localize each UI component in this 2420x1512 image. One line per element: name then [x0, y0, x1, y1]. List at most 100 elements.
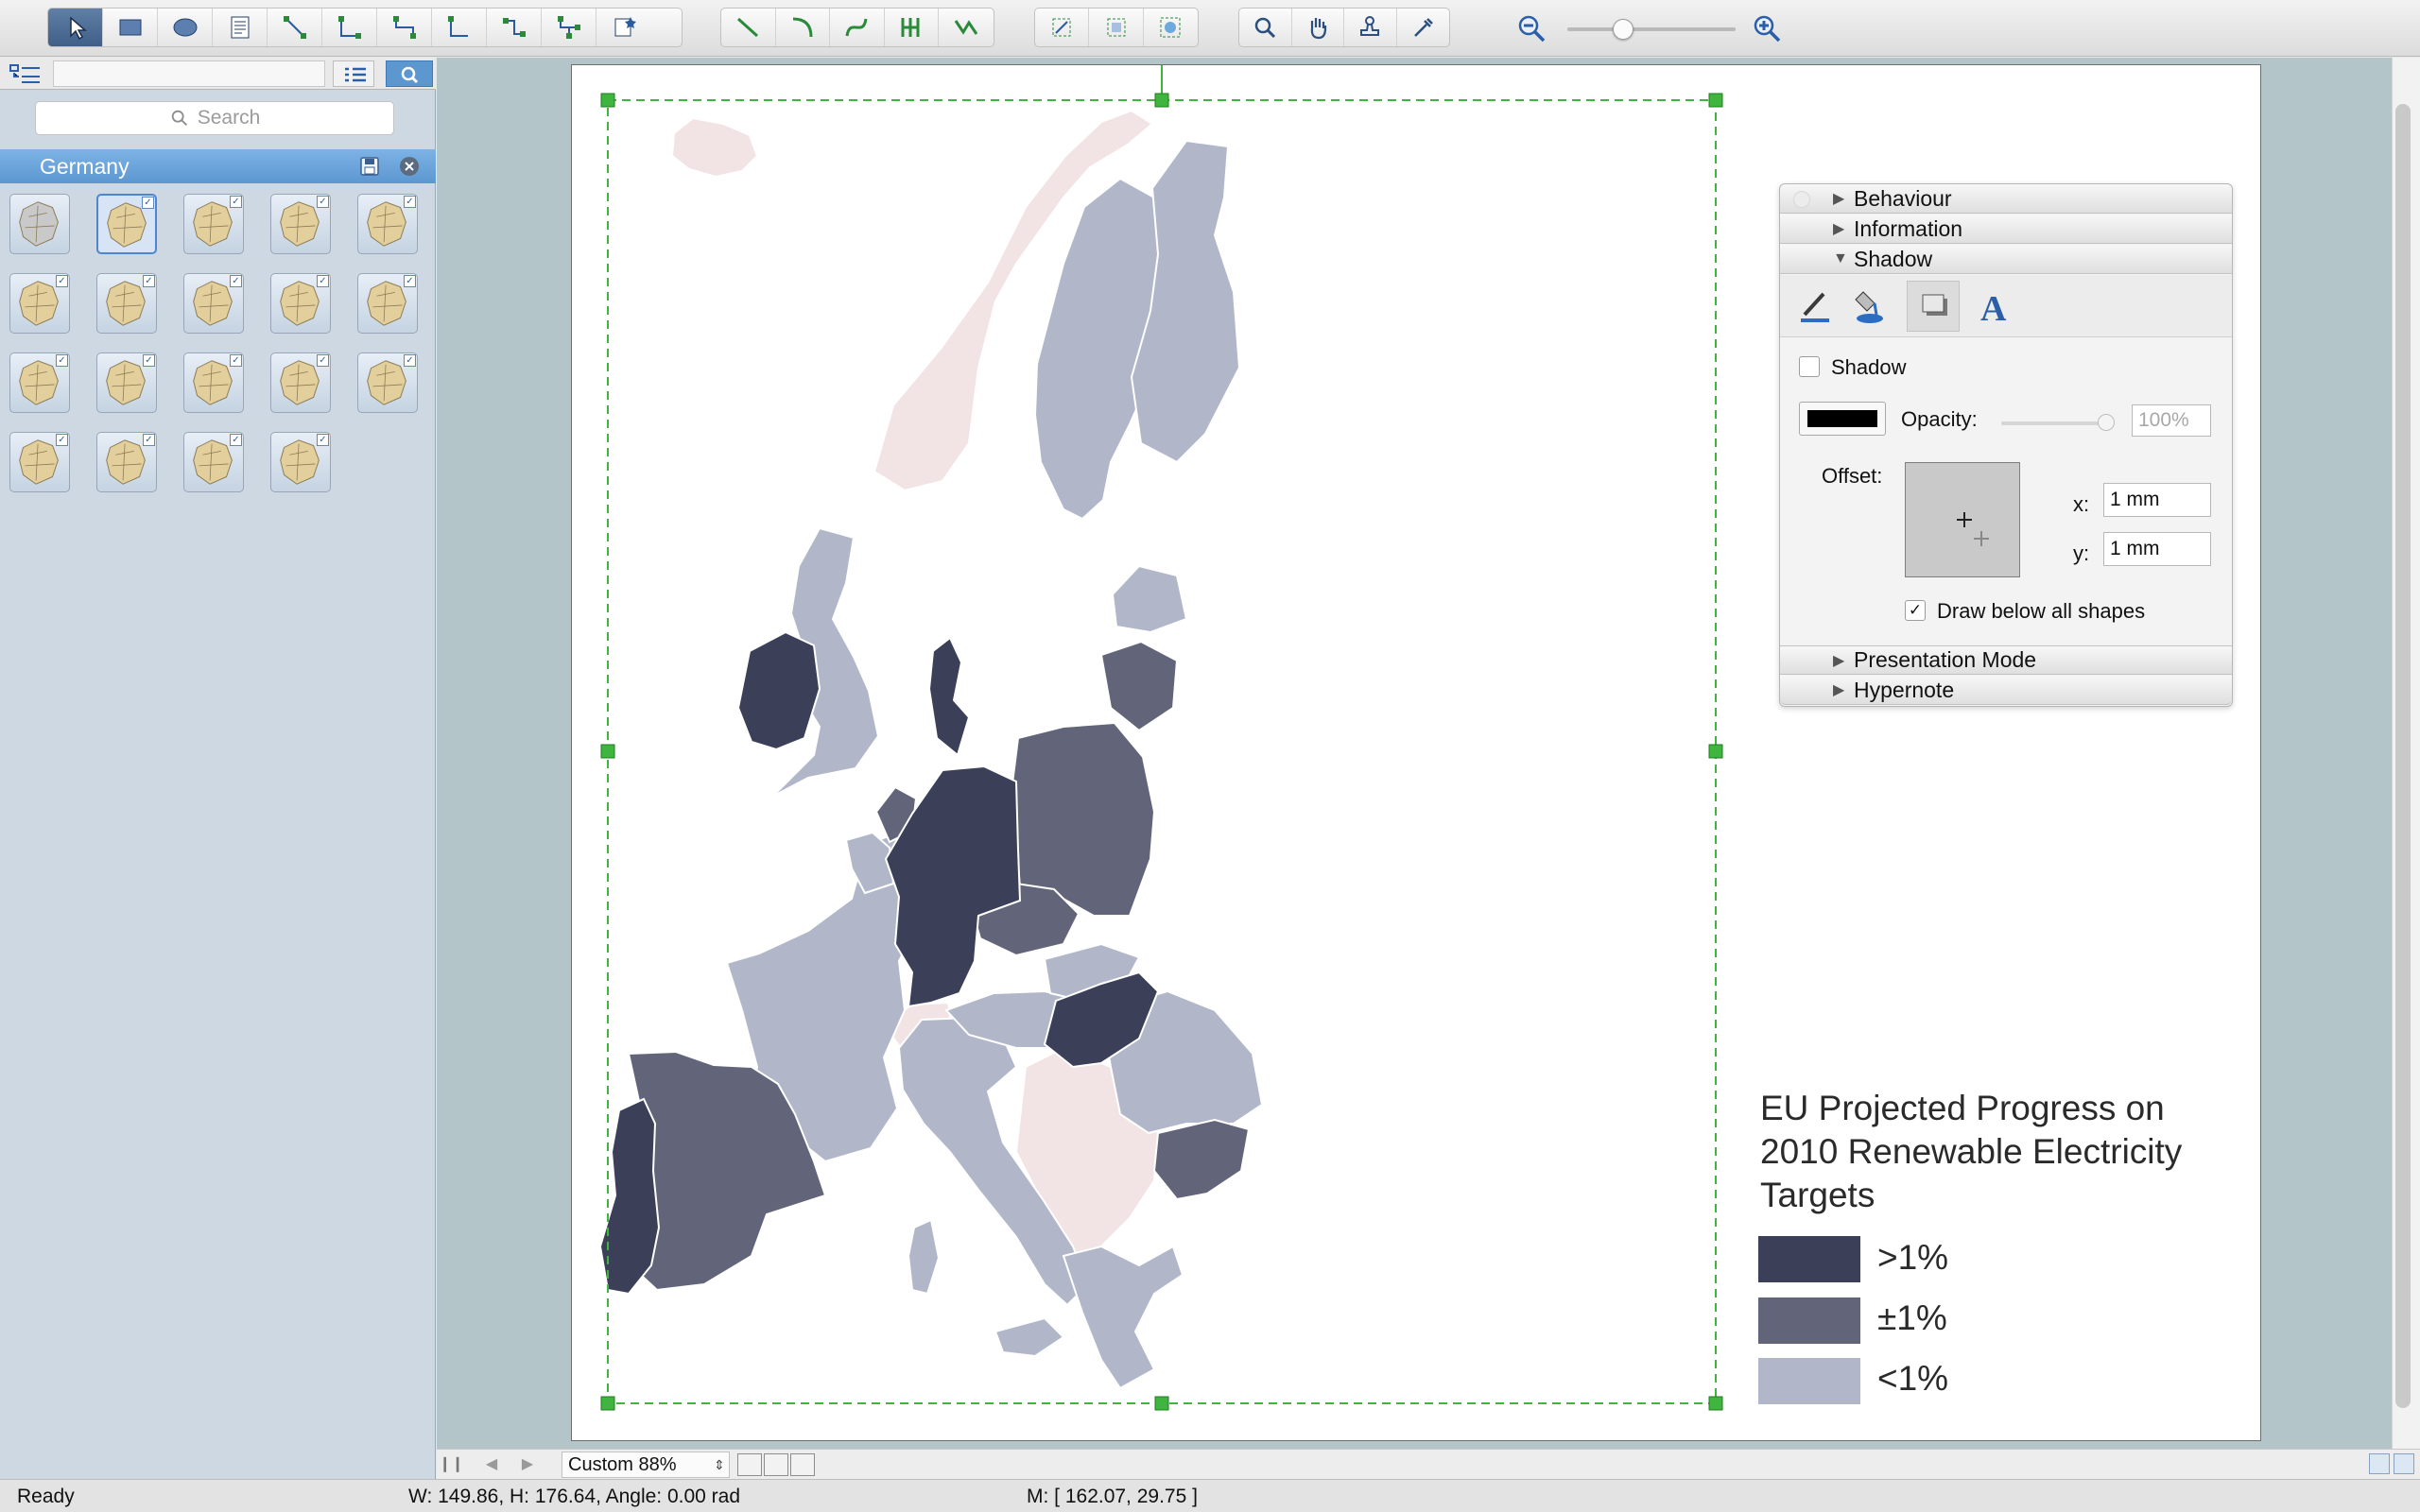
offset-y-field[interactable]: 1 mm — [2103, 532, 2211, 566]
library-tree-toggle[interactable] — [8, 61, 43, 86]
page-view-double[interactable] — [764, 1453, 788, 1476]
library-thumbnail[interactable]: ✓ — [9, 432, 70, 492]
zoom-select[interactable]: Custom 88% ⇕ — [562, 1452, 730, 1478]
library-thumbnail[interactable]: ✓ — [270, 432, 331, 492]
zoom-slider[interactable] — [1567, 27, 1736, 31]
fill-style-tab[interactable] — [1846, 283, 1893, 330]
prev-page-button[interactable]: ◀ — [476, 1453, 507, 1476]
page-view-single[interactable] — [737, 1453, 762, 1476]
rectangle-tool-button[interactable] — [103, 9, 158, 46]
section-behaviour[interactable]: ▶ Behaviour — [1780, 184, 2232, 214]
shadow-color-well[interactable] — [1799, 402, 1886, 436]
library-thumbnail[interactable]: ✓ — [183, 273, 244, 334]
connector-right-angle-button[interactable] — [432, 9, 487, 46]
save-library-button[interactable] — [359, 156, 380, 177]
denmark-shape[interactable] — [927, 636, 971, 757]
resize-handle[interactable] — [600, 93, 615, 108]
connector-tree-button[interactable] — [377, 9, 432, 46]
spline-tool-button[interactable] — [939, 9, 994, 46]
lithuania-shape[interactable] — [1099, 640, 1179, 732]
resize-handle[interactable] — [1154, 1396, 1169, 1411]
resize-handle[interactable] — [1708, 93, 1723, 108]
connector-curved-button[interactable] — [487, 9, 542, 46]
opacity-field[interactable]: 100% — [2132, 404, 2211, 437]
resize-handle[interactable] — [1154, 93, 1169, 108]
ellipse-tool-button[interactable] — [158, 9, 213, 46]
bezier-tool-button[interactable] — [830, 9, 885, 46]
text-tool-button[interactable] — [213, 9, 268, 46]
offset-pad[interactable] — [1905, 462, 2020, 577]
opacity-slider[interactable] — [2001, 421, 2111, 425]
resize-handle[interactable] — [1708, 1396, 1723, 1411]
connector-smart-button[interactable] — [322, 9, 377, 46]
library-thumbnail[interactable]: ✓ — [183, 432, 244, 492]
search-view-button[interactable] — [386, 60, 433, 87]
section-information[interactable]: ▶ Information — [1780, 215, 2232, 244]
greece-shape[interactable] — [1062, 1245, 1184, 1390]
opacity-slider-knob[interactable] — [2098, 414, 2115, 431]
section-shadow[interactable]: ▼ Shadow — [1780, 245, 2232, 274]
library-thumbnail[interactable]: ✓ — [357, 352, 418, 413]
library-thumbnail[interactable]: ✓ — [357, 273, 418, 334]
polyline-tool-button[interactable] — [885, 9, 940, 46]
draw-below-checkbox[interactable]: ✓ — [1905, 600, 1926, 621]
iceland-shape[interactable] — [670, 116, 759, 179]
library-thumbnail[interactable] — [9, 194, 70, 254]
shadow-checkbox[interactable] — [1799, 356, 1820, 377]
resize-handle[interactable] — [600, 744, 615, 759]
section-hypernote[interactable]: ▶ Hypernote — [1780, 676, 2232, 705]
arc-tool-button[interactable] — [776, 9, 831, 46]
hand-tool-button[interactable] — [1292, 9, 1345, 46]
resize-handle[interactable] — [600, 1396, 615, 1411]
connector-direct-button[interactable] — [268, 9, 322, 46]
vertical-scrollbar-thumb[interactable] — [2395, 104, 2411, 1408]
text-style-tab[interactable]: A — [1969, 283, 2016, 330]
library-path-field[interactable] — [53, 60, 325, 87]
offset-x-field[interactable]: 1 mm — [2103, 483, 2211, 517]
line-tool-button[interactable] — [721, 9, 776, 46]
connector-org-button[interactable] — [542, 9, 596, 46]
insert-shape-button[interactable] — [596, 9, 651, 46]
zoom-out-button[interactable] — [1515, 12, 1547, 44]
pointer-tool-button[interactable] — [48, 9, 103, 46]
library-group-header[interactable]: Germany — [0, 149, 436, 183]
library-search-input[interactable]: Search — [35, 101, 394, 135]
zoom-in-button[interactable] — [1751, 12, 1783, 44]
library-thumbnail[interactable]: ✓ — [183, 352, 244, 413]
library-thumbnail[interactable]: ✓ — [96, 352, 157, 413]
list-view-button[interactable] — [333, 60, 374, 87]
rotate-tool-button[interactable] — [1035, 9, 1090, 46]
sicily-shape[interactable] — [994, 1316, 1065, 1358]
stamp-tool-button[interactable] — [1344, 9, 1397, 46]
fit-width-button[interactable] — [2394, 1453, 2414, 1474]
bulgaria-shape[interactable] — [1152, 1118, 1251, 1201]
section-presentation-mode[interactable]: ▶ Presentation Mode — [1780, 645, 2232, 675]
library-thumbnail[interactable]: ✓ — [96, 273, 157, 334]
sardinia-shape[interactable] — [907, 1218, 941, 1296]
library-thumbnail[interactable]: ✓ — [9, 273, 70, 334]
page-view-multi[interactable] — [790, 1453, 815, 1476]
pause-icon[interactable]: ❙❙ — [439, 1453, 464, 1476]
close-library-button[interactable] — [399, 156, 420, 177]
library-thumbnail[interactable]: ✓ — [183, 194, 244, 254]
group-tool-button[interactable] — [1144, 9, 1198, 46]
ireland-shape[interactable] — [736, 630, 821, 751]
resize-tool-button[interactable] — [1089, 9, 1144, 46]
next-page-button[interactable]: ▶ — [512, 1453, 543, 1476]
resize-handle[interactable] — [1708, 744, 1723, 759]
library-thumbnail[interactable]: ✓ — [270, 352, 331, 413]
zoom-tool-button[interactable] — [1239, 9, 1292, 46]
zoom-slider-knob[interactable] — [1612, 19, 1634, 40]
line-style-tab[interactable] — [1791, 283, 1839, 330]
eyedropper-tool-button[interactable] — [1397, 9, 1449, 46]
panel-close-dot[interactable] — [1793, 191, 1810, 208]
shadow-style-tab[interactable] — [1907, 281, 1960, 332]
library-thumbnail[interactable]: ✓ — [96, 194, 157, 254]
library-thumbnail[interactable]: ✓ — [270, 194, 331, 254]
baltics-shape[interactable] — [1111, 564, 1188, 634]
library-thumbnail[interactable]: ✓ — [357, 194, 418, 254]
library-thumbnail[interactable]: ✓ — [96, 432, 157, 492]
library-thumbnail[interactable]: ✓ — [9, 352, 70, 413]
portugal-shape[interactable] — [598, 1097, 661, 1296]
library-thumbnail[interactable]: ✓ — [270, 273, 331, 334]
